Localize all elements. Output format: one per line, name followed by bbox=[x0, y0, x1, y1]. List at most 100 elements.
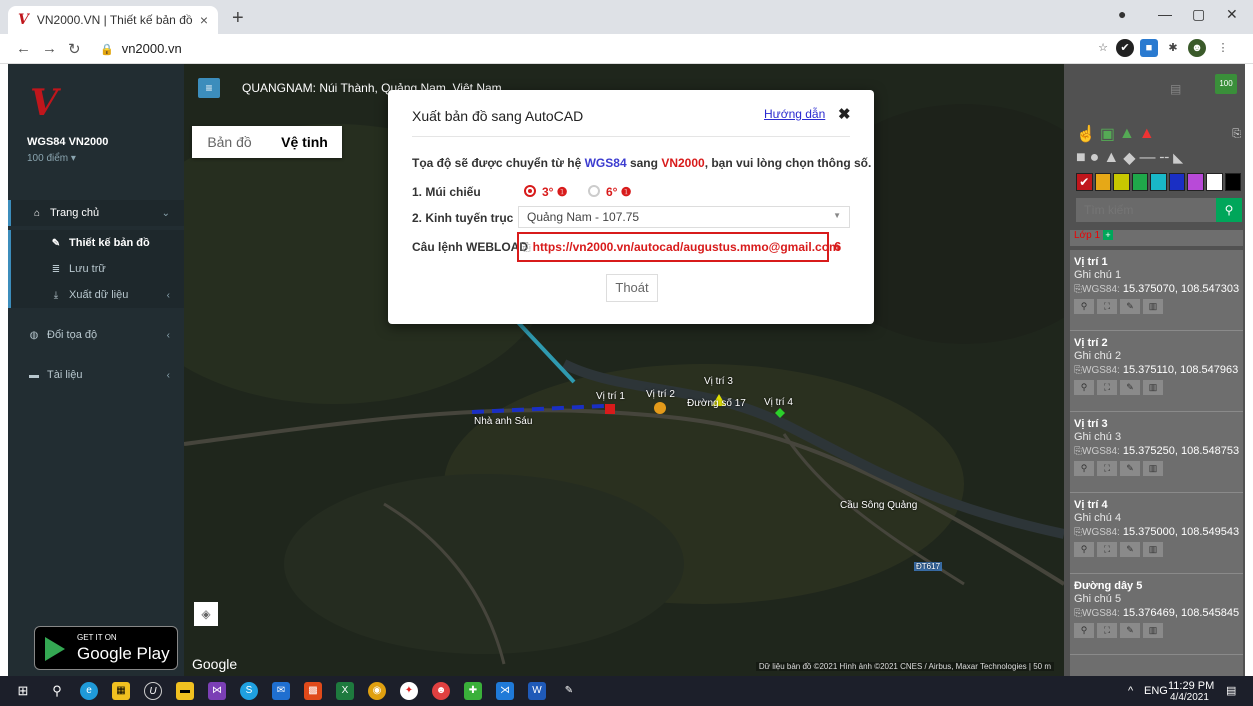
chrome-icon[interactable]: ◉ bbox=[368, 682, 386, 700]
bookmark-star-icon[interactable]: ☆ bbox=[1094, 39, 1112, 57]
copy-icon[interactable]: ⎘ bbox=[1074, 446, 1082, 457]
circle-tool-icon[interactable]: ● bbox=[1090, 149, 1100, 167]
dashed-line-tool-icon[interactable]: ╌ bbox=[1160, 148, 1170, 168]
app-compass-icon[interactable]: ✦ bbox=[400, 682, 418, 700]
color-swatch-red[interactable]: ✔ bbox=[1076, 173, 1093, 191]
back-icon[interactable]: ← bbox=[16, 40, 31, 57]
trash-icon[interactable]: ▥ bbox=[1143, 299, 1163, 314]
tab-close-icon[interactable]: × bbox=[200, 12, 208, 28]
new-tab-button[interactable]: + bbox=[232, 7, 244, 30]
map-type-roadmap[interactable]: Bản đồ bbox=[192, 126, 267, 158]
clock-time[interactable]: 11:29 PM bbox=[1168, 680, 1214, 692]
windows-start-icon[interactable]: ⊞ bbox=[14, 682, 32, 700]
binoculars-icon[interactable]: ⛶ bbox=[1097, 542, 1117, 557]
marker-square[interactable] bbox=[605, 404, 615, 414]
color-swatch-blue[interactable] bbox=[1168, 173, 1186, 191]
mountain-red-icon[interactable]: ▲ bbox=[1139, 125, 1155, 143]
file-explorer-icon[interactable]: ▬ bbox=[176, 682, 194, 700]
exit-button[interactable]: Thoát bbox=[606, 274, 658, 302]
edit-icon[interactable]: ✎ bbox=[1120, 461, 1140, 476]
zone-6-radio[interactable] bbox=[588, 185, 600, 197]
clock-date[interactable]: 4/4/2021 bbox=[1170, 692, 1209, 703]
vscode-icon[interactable]: ⋊ bbox=[496, 682, 514, 700]
list-item[interactable]: Đường dây 5 Ghi chú 5 ⎘WGS84: 15.376469,… bbox=[1070, 574, 1243, 655]
pin-icon[interactable]: ⚲ bbox=[1074, 380, 1094, 395]
minimize-icon[interactable]: — bbox=[1158, 6, 1172, 22]
copy-icon[interactable]: ⎘ bbox=[1074, 284, 1082, 295]
sidebar-points-dropdown[interactable]: 100 điểm ▾ bbox=[27, 153, 76, 164]
sidebar-item-map-design[interactable]: ✎ Thiết kế bản đồ bbox=[8, 230, 184, 256]
tray-chevron-icon[interactable]: ^ bbox=[1128, 685, 1133, 697]
square-tool-icon[interactable]: ■ bbox=[1076, 149, 1086, 167]
app-red-icon[interactable]: ☻ bbox=[432, 682, 450, 700]
sidebar-item-convert[interactable]: ◍ Đổi tọa độ ‹ bbox=[8, 322, 184, 348]
color-swatch-purple[interactable] bbox=[1187, 173, 1204, 191]
search-icon[interactable]: ⚲ bbox=[48, 682, 66, 700]
color-swatch-black[interactable] bbox=[1224, 173, 1242, 191]
color-swatch-orange[interactable] bbox=[1094, 173, 1112, 191]
forward-icon[interactable]: → bbox=[42, 40, 57, 57]
pin-icon[interactable]: ⚲ bbox=[1074, 461, 1094, 476]
list-item[interactable]: Vị trí 2 Ghi chú 2 ⎘WGS84: 15.375110, 10… bbox=[1070, 331, 1243, 412]
list-item[interactable]: Vị trí 1 Ghi chú 1 ⎘WGS84: 15.375070, 10… bbox=[1070, 250, 1243, 331]
layer-header[interactable]: Lớp 1 + bbox=[1070, 230, 1243, 246]
import-icon[interactable]: ⎘ bbox=[1232, 128, 1241, 141]
list-item[interactable]: Vị trí 3 Ghi chú 3 ⎘WGS84: 15.375250, 10… bbox=[1070, 412, 1243, 493]
search-input[interactable] bbox=[1076, 198, 1216, 222]
app-grid-icon[interactable]: ▩ bbox=[304, 682, 322, 700]
notification-icon[interactable]: ▤ bbox=[1226, 684, 1236, 697]
extensions-puzzle-icon[interactable]: ✱ bbox=[1164, 39, 1182, 57]
search-icon[interactable]: ⚲ bbox=[1216, 198, 1242, 222]
points-badge[interactable]: 100 bbox=[1215, 74, 1237, 94]
marker-diamond[interactable] bbox=[775, 408, 785, 418]
binoculars-icon[interactable]: ⛶ bbox=[1097, 461, 1117, 476]
triangle-tool-icon[interactable]: ▲ bbox=[1103, 149, 1119, 167]
trash-icon[interactable]: ▥ bbox=[1143, 380, 1163, 395]
url-field[interactable]: 🔒 vn2000.vn bbox=[100, 41, 182, 56]
color-swatch-cyan[interactable] bbox=[1150, 173, 1167, 191]
close-window-icon[interactable]: ✕ bbox=[1226, 6, 1238, 23]
profile-icon[interactable]: ● bbox=[1118, 6, 1126, 22]
avatar[interactable]: ☻ bbox=[1188, 39, 1206, 57]
color-swatch-white[interactable] bbox=[1205, 173, 1223, 191]
maximize-icon[interactable]: ▢ bbox=[1192, 6, 1205, 23]
hand-icon[interactable]: ☝ bbox=[1076, 124, 1096, 144]
webload-command-link[interactable]: ⎘ https://vn2000.vn/autocad/augustus.mmo@… bbox=[521, 240, 840, 255]
google-play-badge[interactable]: GET IT ON Google Play bbox=[34, 626, 178, 670]
layer-icon[interactable]: ▣ bbox=[1100, 124, 1115, 144]
close-icon[interactable]: ✖ bbox=[838, 105, 851, 123]
arrow-tool-icon[interactable]: ◣ bbox=[1173, 150, 1183, 166]
color-swatch-yellow[interactable] bbox=[1113, 173, 1130, 191]
edit-icon[interactable]: ✎ bbox=[1120, 623, 1140, 638]
app-u-icon[interactable]: U bbox=[144, 682, 162, 700]
sidebar-item-docs[interactable]: ▬ Tài liệu ‹ bbox=[8, 362, 184, 388]
pin-icon[interactable]: ⚲ bbox=[1074, 299, 1094, 314]
binoculars-icon[interactable]: ⛶ bbox=[1097, 299, 1117, 314]
trash-icon[interactable]: ▥ bbox=[1143, 461, 1163, 476]
app-green-icon[interactable]: ✚ bbox=[464, 682, 482, 700]
line-tool-icon[interactable]: — bbox=[1140, 149, 1156, 167]
copy-icon[interactable]: ⎘ bbox=[521, 240, 531, 254]
visual-studio-icon[interactable]: ⋈ bbox=[208, 682, 226, 700]
trash-icon[interactable]: ▥ bbox=[1143, 542, 1163, 557]
edit-icon[interactable]: ✎ bbox=[1120, 542, 1140, 557]
word-icon[interactable]: W bbox=[528, 682, 546, 700]
language-indicator[interactable]: ENG bbox=[1144, 685, 1168, 697]
pin-icon[interactable]: ⚲ bbox=[1074, 542, 1094, 557]
map-type-satellite[interactable]: Vệ tinh bbox=[267, 126, 342, 158]
browser-tab[interactable]: V VN2000.VN | Thiết kế bản đồ × bbox=[8, 6, 218, 34]
trash-icon[interactable]: ▥ bbox=[1143, 623, 1163, 638]
copy-icon[interactable]: ⎘ bbox=[1074, 365, 1082, 376]
diamond-tool-icon[interactable]: ◆ bbox=[1123, 148, 1135, 168]
menu-dots-icon[interactable]: ⋮ bbox=[1214, 39, 1232, 57]
edit-icon[interactable]: ✎ bbox=[1120, 299, 1140, 314]
sidebar-item-storage[interactable]: ≣ Lưu trữ bbox=[8, 256, 184, 282]
extension-check-icon[interactable]: ✔ bbox=[1116, 39, 1134, 57]
list-view-icon[interactable]: ▤ bbox=[1170, 82, 1181, 96]
color-swatch-green[interactable] bbox=[1131, 173, 1149, 191]
pin-icon[interactable]: ⚲ bbox=[1074, 623, 1094, 638]
add-layer-icon[interactable]: + bbox=[1103, 230, 1114, 240]
zone-3-radio[interactable] bbox=[524, 185, 536, 197]
reload-icon[interactable]: ↻ bbox=[68, 40, 81, 58]
binoculars-icon[interactable]: ⛶ bbox=[1097, 380, 1117, 395]
